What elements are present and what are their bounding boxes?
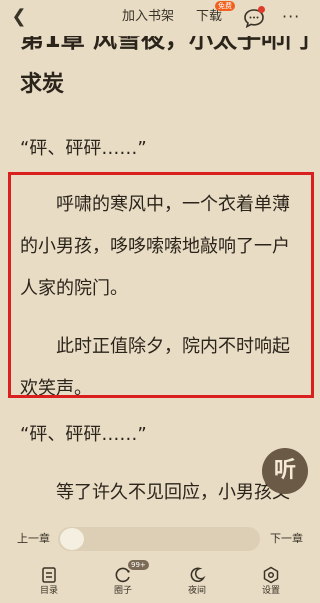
circle-badge: 99+	[128, 560, 149, 570]
paragraph-1: “砰、砰砰……”	[20, 138, 147, 159]
chapter-slider-track[interactable]	[58, 527, 260, 551]
catalog-icon	[42, 567, 56, 583]
chapter-progress-bar: 上一章 下一章	[0, 518, 320, 558]
next-chapter-button[interactable]: 下一章	[270, 530, 303, 546]
top-toolbar: ❮ 加入书架 下载 免费 ···	[0, 0, 320, 36]
nav-catalog[interactable]: 目录	[24, 566, 74, 598]
paragraph-5: 等了许久不见回应，小男孩又	[20, 482, 290, 503]
chapter-title-line2: 求炭	[20, 72, 65, 97]
nav-circle-label: 圈子	[113, 586, 132, 596]
nav-catalog-label: 目录	[39, 586, 58, 596]
nav-night-label: 夜间	[187, 586, 206, 596]
nav-night[interactable]: 夜间	[172, 566, 222, 598]
moon-icon	[190, 567, 206, 583]
nav-settings-label: 设置	[261, 586, 280, 596]
prev-chapter-button[interactable]: 上一章	[17, 530, 50, 546]
notification-dot	[258, 6, 265, 13]
bottom-nav: 目录 99+ 圈子 夜间 设置	[0, 560, 320, 603]
more-icon[interactable]: ···	[282, 8, 300, 26]
highlight-box	[8, 172, 314, 398]
nav-settings[interactable]: 设置	[246, 566, 296, 598]
back-icon[interactable]: ❮	[8, 6, 30, 28]
add-to-shelf-button[interactable]: 加入书架	[122, 8, 174, 26]
listen-button[interactable]: 听	[262, 448, 308, 494]
settings-icon	[263, 566, 279, 584]
chapter-slider-thumb[interactable]	[60, 528, 84, 550]
paragraph-4: “砰、砰砰……”	[20, 424, 147, 445]
nav-circle[interactable]: 99+ 圈子	[98, 560, 149, 598]
free-badge: 免费	[215, 1, 235, 11]
